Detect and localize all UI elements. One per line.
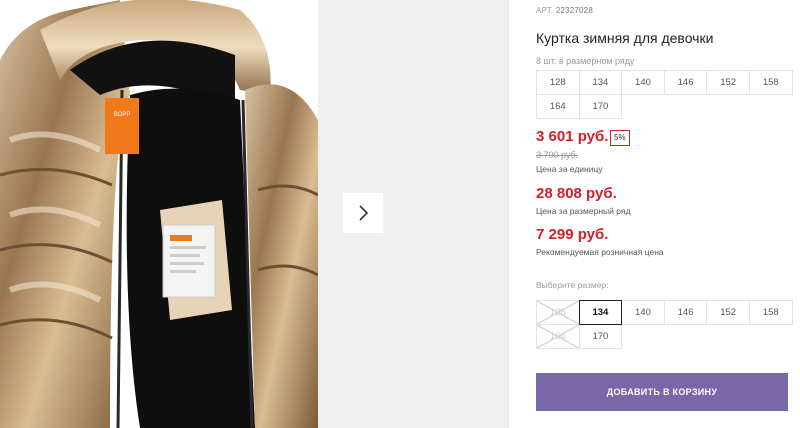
size-option[interactable]: 170 [578,324,623,349]
product-gallery: BOPP [0,0,508,428]
cross-out-icon [537,301,579,324]
old-price: 3 790 руб. [536,150,579,160]
price-size-row: 28 808 руб. [536,185,617,202]
size-row-cell: 140 [621,70,665,95]
size-row-note: 8 шт. в размерном ряду [536,56,635,66]
size-row-cell: 152 [706,70,750,95]
label-brand-text: BOPP [114,112,131,118]
discount-badge: 5% [610,130,630,146]
size-row-grid: 128 134 140 146 152 158 164 170 [536,70,793,119]
price-unit-caption: Цена за единицу [536,164,603,174]
sku-label: АРТ. [536,6,554,15]
size-row-cell: 146 [663,70,708,95]
add-to-cart-button[interactable]: ДОБАВИТЬ В КОРЗИНУ [536,373,788,411]
chevron-right-icon [359,205,369,221]
jacket-image: BOPP [0,0,318,428]
product-title: Куртка зимняя для девочки [536,30,714,46]
size-selector: 128 134 140 146 152 158 164 170 [536,300,793,349]
size-option-disabled: 164 [536,324,580,349]
size-row-cell: 158 [748,70,793,95]
size-option[interactable]: 158 [748,300,793,325]
select-size-label: Выберите размер: [536,280,609,290]
size-row-cell: 134 [578,70,623,95]
product-photo[interactable]: BOPP [0,0,318,428]
size-row-cell: 164 [536,94,580,119]
size-row-cell: 128 [536,70,580,95]
panel-divider [508,0,509,428]
cross-out-icon [537,325,579,348]
gallery-next-button[interactable] [343,193,383,233]
sku: АРТ. 22327028 [536,6,593,15]
size-option-disabled: 128 [536,300,580,325]
sku-value: 22327028 [555,6,593,15]
size-option[interactable]: 146 [663,300,708,325]
size-option[interactable]: 140 [621,300,665,325]
size-option-selected[interactable]: 134 [578,300,623,325]
price-unit: 3 601 руб. [536,128,609,145]
price-size-row-caption: Цена за размерный ряд [536,206,631,216]
size-option[interactable]: 152 [706,300,750,325]
price-retail-caption: Рекомендуемая розничная цена [536,247,664,257]
price-retail: 7 299 руб. [536,226,609,243]
size-row-cell: 170 [578,94,623,119]
